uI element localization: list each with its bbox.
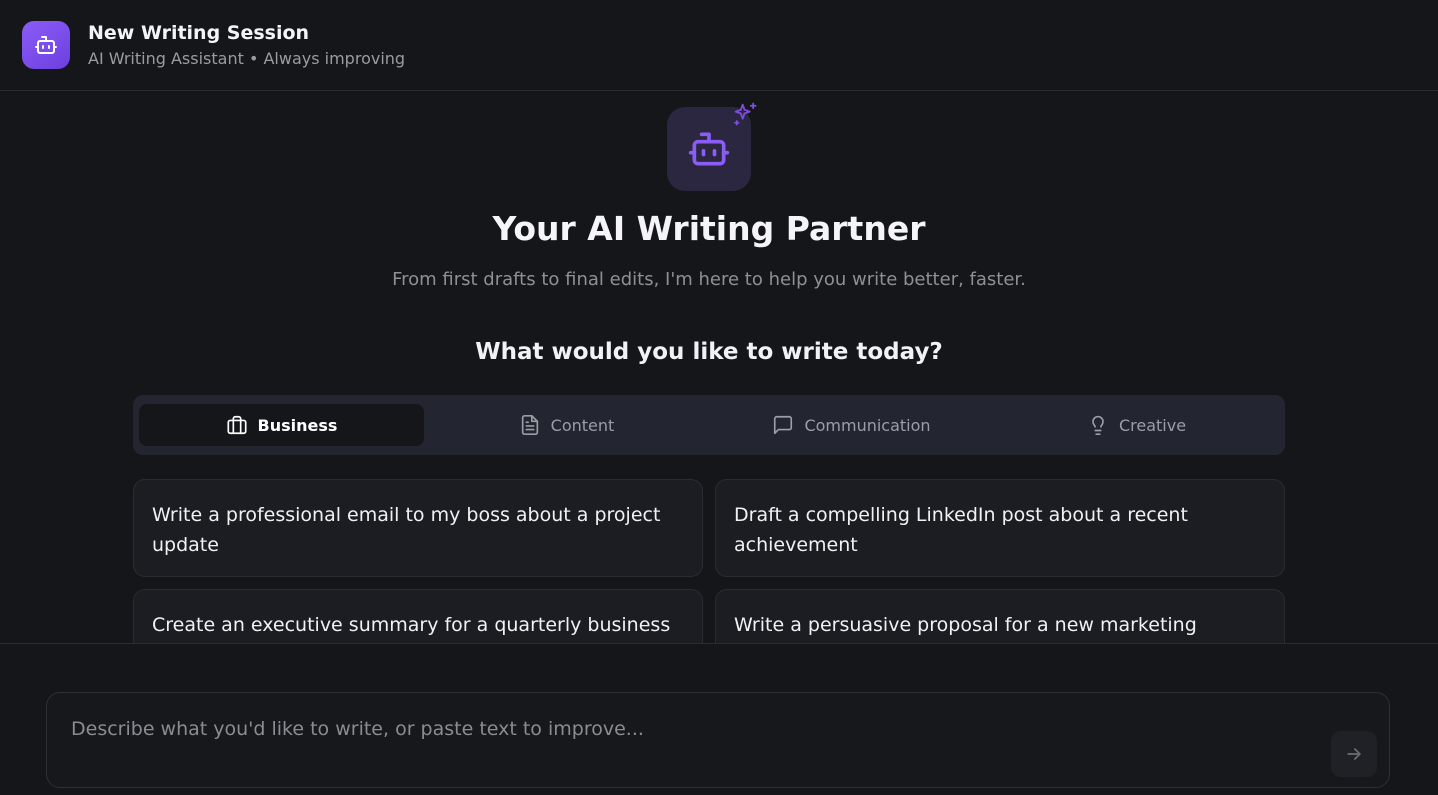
composer bbox=[46, 692, 1390, 788]
sparkles-icon bbox=[734, 102, 757, 126]
tab-label: Communication bbox=[804, 415, 931, 435]
tab-label: Creative bbox=[1118, 415, 1187, 435]
tab-creative[interactable]: Creative bbox=[994, 404, 1279, 446]
send-button[interactable] bbox=[1331, 731, 1377, 777]
document-icon bbox=[521, 415, 538, 435]
suggestion-grid: Write a professional email to my boss ab… bbox=[133, 479, 1285, 643]
session-title: New Writing Session bbox=[88, 21, 310, 44]
category-tabs: Business Content Communication Creative bbox=[133, 395, 1285, 455]
robot-icon bbox=[35, 36, 57, 54]
tab-label: Business bbox=[257, 415, 338, 435]
robot-icon bbox=[688, 132, 730, 166]
hero-title: Your AI Writing Partner bbox=[492, 209, 926, 248]
suggestion-card[interactable]: Create an executive summary for a quarte… bbox=[133, 589, 703, 643]
suggestion-card[interactable]: Write a professional email to my boss ab… bbox=[133, 479, 703, 577]
arrow-right-icon bbox=[1347, 748, 1361, 760]
prompt-heading: What would you like to write today? bbox=[475, 339, 943, 365]
composer-divider bbox=[0, 643, 1438, 644]
tab-content[interactable]: Content bbox=[424, 404, 709, 446]
suggestion-card[interactable]: Draft a compelling LinkedIn post about a… bbox=[715, 479, 1285, 577]
prompt-input[interactable] bbox=[71, 715, 1311, 771]
app-avatar bbox=[22, 21, 70, 69]
tab-label: Content bbox=[550, 415, 615, 435]
suggestion-card[interactable]: Write a persuasive proposal for a new ma… bbox=[715, 589, 1285, 643]
lightbulb-icon bbox=[1092, 415, 1104, 435]
session-subtitle: AI Writing Assistant • Always improving bbox=[88, 48, 406, 68]
tab-communication[interactable]: Communication bbox=[709, 404, 994, 446]
chat-bubble-icon bbox=[774, 415, 793, 435]
tab-business[interactable]: Business bbox=[139, 404, 424, 446]
hero-subtitle: From first drafts to final edits, I'm he… bbox=[392, 269, 1026, 290]
briefcase-icon bbox=[227, 415, 247, 435]
header: New Writing Session AI Writing Assistant… bbox=[0, 0, 1438, 91]
